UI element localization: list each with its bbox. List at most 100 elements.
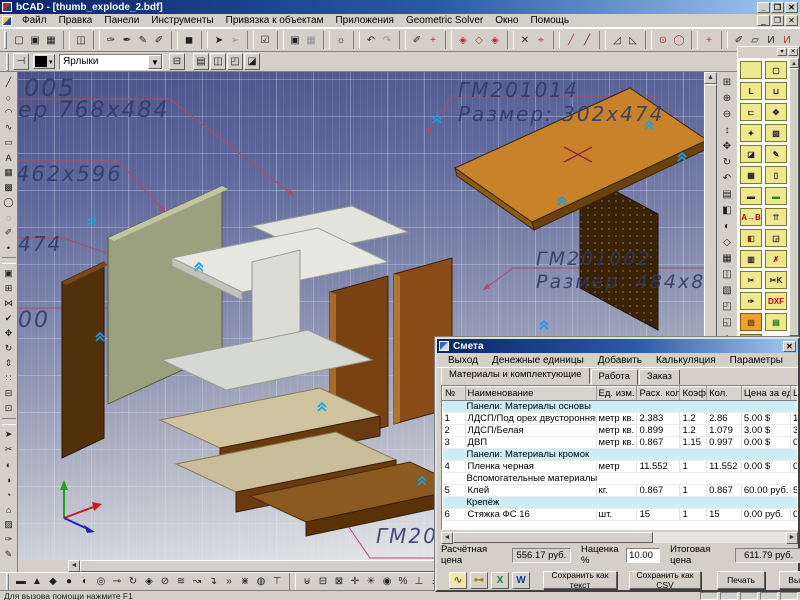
- corner-1-icon[interactable]: ◿: [609, 32, 625, 49]
- fastener-icon[interactable]: ✎: [765, 145, 787, 163]
- folder-orange-icon[interactable]: ▨: [740, 313, 762, 331]
- sheet-icon[interactable]: ▯: [765, 166, 787, 184]
- tab-0[interactable]: Материалы и комплектующие: [441, 367, 590, 384]
- arc-icon[interactable]: ◠: [1, 105, 16, 120]
- point-icon[interactable]: +: [701, 32, 717, 49]
- section-row[interactable]: Вспомогательные материалы: [443, 473, 799, 485]
- view-side-icon[interactable]: ◱: [719, 314, 736, 330]
- panel-tools-icon[interactable]: ✦: [740, 124, 762, 142]
- table-grid-icon[interactable]: ▦: [740, 166, 762, 184]
- palette-dock-icon[interactable]: ▾: [777, 48, 787, 56]
- pencil-line-icon[interactable]: ✐: [409, 32, 425, 49]
- attach-1-icon[interactable]: ✑: [103, 32, 119, 49]
- hatch-icon[interactable]: ▦: [1, 165, 16, 180]
- print-icon[interactable]: ⊟: [169, 53, 185, 70]
- solid-sphere-icon[interactable]: ●: [61, 573, 77, 590]
- chevron-down-icon[interactable]: ▼: [148, 55, 162, 69]
- folder-2-icon[interactable]: ▧: [740, 334, 762, 336]
- prev-view-icon[interactable]: ↶: [719, 170, 736, 186]
- solid-box-icon[interactable]: ▬: [13, 573, 29, 590]
- cut-icon[interactable]: ✂: [740, 271, 762, 289]
- zoom-in-icon[interactable]: ⊕: [719, 90, 736, 106]
- panel-notch-icon[interactable]: ⊔: [765, 82, 787, 100]
- window-icon[interactable]: ◫: [73, 32, 89, 49]
- column-header-1[interactable]: Наименование: [465, 387, 596, 401]
- attach-3-icon[interactable]: ✎: [135, 32, 151, 49]
- key-icon[interactable]: ⊶: [470, 572, 488, 589]
- menu-5[interactable]: Приложения: [329, 15, 400, 26]
- panel-delete-icon[interactable]: ✗: [765, 250, 787, 268]
- bend-icon[interactable]: ↴: [205, 573, 221, 590]
- slice-icon[interactable]: ⊘: [157, 573, 173, 590]
- panel-opening-icon[interactable]: ▢: [765, 61, 787, 79]
- region-icon[interactable]: ▩: [1, 180, 16, 195]
- array-icon[interactable]: ⊞: [1, 281, 16, 296]
- app-minimize-icon[interactable]: _: [757, 2, 770, 13]
- menu-8[interactable]: Помощь: [524, 15, 575, 26]
- menu-2[interactable]: Панели: [98, 15, 145, 26]
- estimate-button-0[interactable]: Сохранить как текст: [543, 571, 617, 589]
- ring-icon[interactable]: ◌: [1, 210, 16, 225]
- explode-icon[interactable]: ✳: [363, 573, 379, 590]
- eye-icon[interactable]: ◔: [1, 487, 16, 502]
- rect-icon[interactable]: ▭: [1, 135, 16, 150]
- estimate-menu-2[interactable]: Добавить: [591, 355, 649, 366]
- undo-icon[interactable]: ↶: [363, 32, 379, 49]
- table-row[interactable]: 6Стяжка ФС 16шт.151150.00 руб.0.00: [443, 509, 799, 521]
- sweep-icon[interactable]: ↝: [189, 573, 205, 590]
- column-header-6[interactable]: Цена за ед.: [741, 387, 790, 401]
- table-row[interactable]: 4Пленка чернаяметр11.552111.5520.00 $0.0…: [443, 461, 799, 473]
- column-header-4[interactable]: Коэф.: [680, 387, 707, 401]
- scroll-left-icon[interactable]: ◄: [441, 532, 453, 544]
- wireframe-icon[interactable]: ◇: [719, 234, 736, 250]
- pan-icon[interactable]: ✥: [719, 138, 736, 154]
- table-green-icon[interactable]: ▬: [765, 187, 787, 205]
- segment-2-icon[interactable]: ╱: [579, 32, 595, 49]
- panel-arrow-icon[interactable]: ◲: [765, 229, 787, 247]
- render-lamp-icon[interactable]: ☼: [333, 32, 349, 49]
- layer-combo[interactable]: Ярлыки ▼: [59, 54, 163, 70]
- loft-icon[interactable]: ◈: [141, 573, 157, 590]
- estimate-title-bar[interactable]: Смета ✕: [437, 339, 798, 353]
- menu-6[interactable]: Geometric Solver: [400, 15, 489, 26]
- save-icon[interactable]: ▦: [43, 32, 59, 49]
- pick-icon[interactable]: ➤: [1, 427, 16, 442]
- move-icon[interactable]: ✥: [1, 326, 16, 341]
- shell-icon[interactable]: ◍: [253, 573, 269, 590]
- cursor-icon[interactable]: ➤: [211, 32, 227, 49]
- freehand-icon[interactable]: ✐: [1, 225, 16, 240]
- palette-title-bar[interactable]: ▾✕: [738, 47, 799, 58]
- cross-icon[interactable]: ✛: [347, 573, 363, 590]
- menu-4[interactable]: Привязка к объектам: [220, 15, 330, 26]
- revolve-icon[interactable]: ↻: [125, 573, 141, 590]
- column-header-7[interactable]: Цена: [791, 387, 799, 401]
- toolbar-grip-3[interactable]: [6, 573, 9, 591]
- layout-icon[interactable]: ◫: [719, 266, 736, 282]
- doc-close-icon[interactable]: ✕: [785, 15, 798, 26]
- redo-icon[interactable]: ↷: [379, 32, 395, 49]
- estimate-button-1[interactable]: Сохранить как CSV: [629, 571, 701, 589]
- palette-scroll-thumb[interactable]: [789, 68, 799, 336]
- screws-icon[interactable]: ⇈: [765, 208, 787, 226]
- panel-brown-icon[interactable]: ◧: [740, 229, 762, 247]
- segment-1-icon[interactable]: ╱: [563, 32, 579, 49]
- regen-icon[interactable]: ↻: [719, 154, 736, 170]
- solid-half-icon[interactable]: ◐: [77, 573, 93, 590]
- section-row[interactable]: Панели: Материалы основы: [443, 401, 799, 413]
- doc-minimize-icon[interactable]: _: [757, 15, 770, 26]
- trim-icon[interactable]: ✂: [1, 442, 16, 457]
- table-row[interactable]: 1ЛДСП/Под орех двусторонняяметр кв.2.383…: [443, 413, 799, 425]
- estimate-menu-3[interactable]: Калькуляция: [649, 355, 723, 366]
- camera-icon[interactable]: ⌂: [1, 502, 16, 517]
- palette-close-icon[interactable]: ✕: [788, 48, 798, 56]
- excel-icon[interactable]: X: [491, 572, 509, 589]
- view-top-icon[interactable]: ◫: [210, 53, 226, 70]
- save-object-icon[interactable]: ▦: [303, 32, 319, 49]
- box-icon[interactable]: ▧: [765, 124, 787, 142]
- table-low-icon[interactable]: ▬: [740, 187, 762, 205]
- estimate-button-3[interactable]: Выход: [779, 571, 800, 589]
- scroll-right-icon[interactable]: ►: [786, 532, 798, 544]
- scroll-up-icon[interactable]: ▲: [789, 58, 799, 68]
- open-icon[interactable]: ▣: [27, 32, 43, 49]
- estimate-menu-4[interactable]: Параметры: [723, 355, 790, 366]
